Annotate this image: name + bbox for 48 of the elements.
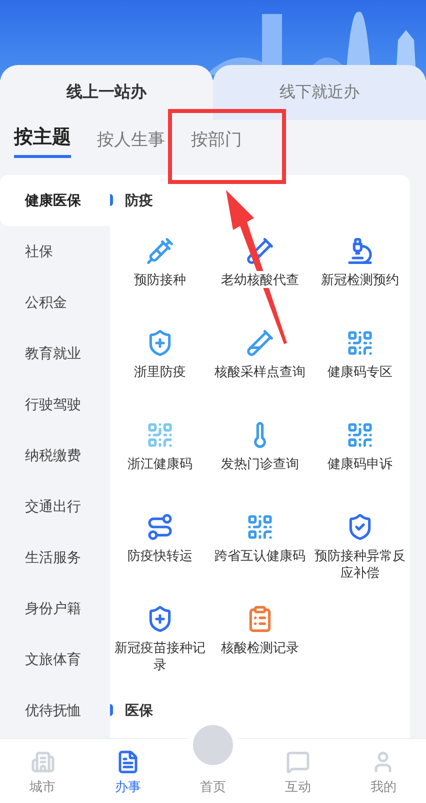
service-item[interactable]: 跨省互认健康码 xyxy=(210,501,310,593)
nav-tab[interactable]: 首页 xyxy=(170,719,256,803)
sidebar-item[interactable]: 文旅体育 xyxy=(0,634,110,685)
service-item[interactable]: 新冠疫苗接种记录 xyxy=(110,593,210,685)
route-icon xyxy=(146,513,174,541)
nav-tab[interactable]: 我的 xyxy=(340,739,426,803)
sub-tab[interactable]: 按人生事 xyxy=(97,126,165,158)
sidebar-item[interactable]: 优待抚恤 xyxy=(0,685,110,736)
sidebar-item[interactable]: 行驶驾驶 xyxy=(0,379,110,430)
nav-tab[interactable]: 互动 xyxy=(256,739,341,803)
service-item[interactable]: 核酸检测记录 xyxy=(210,593,310,685)
top-tab[interactable]: 线下就近办 xyxy=(213,65,426,120)
sidebar-item[interactable]: 公积金 xyxy=(0,277,110,328)
qr-code-icon xyxy=(346,421,374,449)
qr-code-icon xyxy=(346,329,374,357)
sidebar-item[interactable]: 交通出行 xyxy=(0,481,110,532)
microscope-icon xyxy=(346,237,374,265)
service-item[interactable]: 新冠检测预约 xyxy=(310,225,410,317)
qr-code-icon xyxy=(146,421,174,449)
sidebar-item[interactable]: 健康医保 xyxy=(0,175,110,226)
sub-tab[interactable]: 按主题 xyxy=(14,124,71,158)
section-title: 防疫 xyxy=(125,190,153,210)
nav-tab[interactable]: 办事 xyxy=(85,739,170,803)
service-item[interactable]: 浙里防疫 xyxy=(110,317,210,409)
sidebar-item[interactable]: 社保 xyxy=(0,226,110,277)
service-item[interactable]: 浙江健康码 xyxy=(110,409,210,501)
section-marker xyxy=(110,194,113,206)
chat-icon xyxy=(286,750,310,774)
service-item[interactable]: 防疫快转运 xyxy=(110,501,210,593)
test-tube-icon xyxy=(246,237,274,265)
sub-tab[interactable]: 按部门 xyxy=(191,126,242,158)
service-item[interactable]: 健康码申诉 xyxy=(310,409,410,501)
service-item[interactable]: 发热门诊查询 xyxy=(210,409,310,501)
sidebar-item[interactable]: 教育就业 xyxy=(0,328,110,379)
sidebar-item[interactable]: 身份户籍 xyxy=(0,583,110,634)
syringe-icon xyxy=(146,237,174,265)
service-item[interactable]: 预防接种异常反应补偿 xyxy=(310,501,410,593)
service-item[interactable]: 预防接种 xyxy=(110,225,210,317)
building-icon xyxy=(30,750,55,774)
section-marker xyxy=(110,704,113,716)
sidebar-item[interactable]: 生活服务 xyxy=(0,532,110,583)
nav-tab[interactable]: 城市 xyxy=(0,739,86,803)
test-tube-icon xyxy=(246,329,274,357)
service-item[interactable]: 健康码专区 xyxy=(310,317,410,409)
section-title: 医保 xyxy=(125,700,153,720)
qr-code-icon xyxy=(246,513,274,541)
sidebar-item[interactable]: 纳税缴费 xyxy=(0,430,110,481)
service-item[interactable]: 核酸采样点查询 xyxy=(210,317,310,409)
